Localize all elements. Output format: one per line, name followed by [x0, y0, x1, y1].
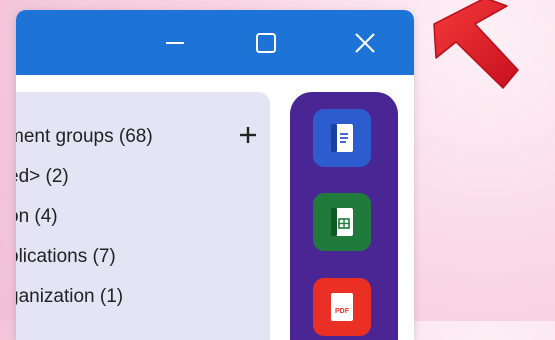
- title-bar[interactable]: [16, 10, 414, 75]
- maximize-button[interactable]: [239, 10, 293, 75]
- word-document-icon: [331, 124, 353, 152]
- spreadsheet-icon: [331, 208, 353, 236]
- maximize-icon: [256, 32, 276, 53]
- pdf-app-button[interactable]: PDF: [313, 278, 371, 336]
- group-item-applications[interactable]: plications (7): [16, 243, 116, 271]
- group-item-organization[interactable]: ganization (1): [16, 283, 123, 311]
- plus-icon: [240, 127, 256, 143]
- minimize-icon: [166, 41, 184, 44]
- pdf-icon: PDF: [331, 293, 353, 321]
- spreadsheet-app-button[interactable]: [313, 193, 371, 251]
- group-item-2[interactable]: ed> (2): [16, 163, 69, 191]
- svg-text:PDF: PDF: [335, 308, 350, 315]
- close-icon: [355, 32, 375, 53]
- groups-panel: ment groups (68) ed> (2) on (4) plicatio…: [16, 92, 270, 340]
- close-button[interactable]: [338, 10, 392, 75]
- minimize-button[interactable]: [148, 10, 202, 75]
- add-group-button[interactable]: [235, 122, 261, 148]
- app-window: ment groups (68) ed> (2) on (4) plicatio…: [16, 10, 414, 340]
- app-dock: PDF: [290, 92, 398, 340]
- group-item-3[interactable]: on (4): [16, 203, 58, 231]
- group-item-management-groups[interactable]: ment groups (68): [16, 123, 153, 151]
- word-app-button[interactable]: [313, 109, 371, 167]
- cursor-arrow-icon: [433, 0, 519, 89]
